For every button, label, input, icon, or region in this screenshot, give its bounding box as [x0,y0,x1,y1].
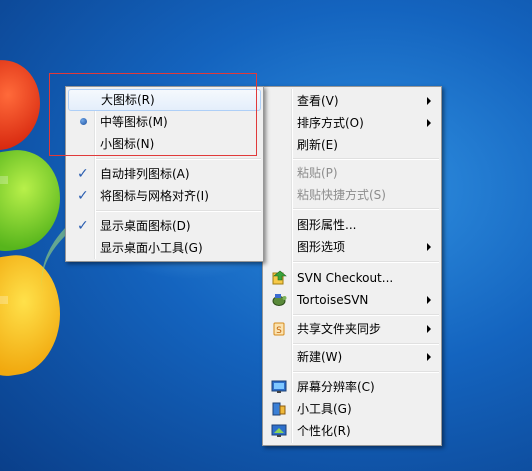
menu-item-paste-shortcut[interactable]: 粘贴快捷方式(S) [265,184,439,206]
display-resolution-icon [271,380,287,393]
menu-item-label: 粘贴(P) [297,166,338,180]
menu-separator [293,208,439,210]
sync-folder-icon: S [273,322,285,336]
menu-item-shared-folder-sync[interactable]: S 共享文件夹同步 [265,318,439,340]
menu-item-label: 个性化(R) [297,424,351,438]
menu-item-svn-checkout[interactable]: SVN Checkout... [265,267,439,289]
menu-item-sort-by[interactable]: 排序方式(O) [265,112,439,134]
submenu-item-auto-arrange[interactable]: ✓ 自动排列图标(A) [68,163,261,185]
menu-item-label: 屏幕分辨率(C) [297,380,375,394]
menu-item-personalize[interactable]: 个性化(R) [265,420,439,442]
menu-item-label: 图形选项 [297,240,346,254]
svg-text:S: S [276,326,282,336]
menu-item-graphics-properties[interactable]: 图形属性... [265,214,439,236]
menu-item-tortoisesvn[interactable]: TortoiseSVN [265,289,439,311]
menu-item-label: 显示桌面图标(D) [100,219,191,233]
menu-item-graphics-options[interactable]: 图形选项 [265,236,439,258]
menu-separator [293,343,439,345]
menu-item-screen-resolution[interactable]: 屏幕分辨率(C) [265,376,439,398]
submenu-item-show-desktop-icons[interactable]: ✓ 显示桌面图标(D) [68,215,261,237]
menu-item-label: 小工具(G) [297,402,352,416]
submenu-item-align-to-grid[interactable]: ✓ 将图标与网格对齐(I) [68,185,261,207]
menu-item-label: 刷新(E) [297,138,338,152]
gadgets-icon [272,402,286,416]
menu-item-label: 显示桌面小工具(G) [100,241,203,255]
submenu-arrow-icon [427,296,431,304]
checkmark-icon: ✓ [77,218,89,234]
menu-separator [293,371,439,373]
windows-logo-red [0,54,40,156]
desktop-context-menu: 查看(V) 排序方式(O) 刷新(E) 粘贴(P) 粘贴快捷方式(S) 图形属性… [262,86,442,446]
submenu-arrow-icon [427,243,431,251]
windows-logo-green [0,143,60,257]
menu-item-label: 查看(V) [297,94,339,108]
menu-separator [293,261,439,263]
submenu-arrow-icon [427,325,431,333]
desktop-icon-edge[interactable] [0,296,8,304]
submenu-item-show-gadgets[interactable]: 显示桌面小工具(G) [68,237,261,259]
menu-separator [293,158,439,160]
menu-item-label: SVN Checkout... [297,271,394,285]
menu-item-label: 图形属性... [297,218,357,232]
submenu-arrow-icon [427,119,431,127]
menu-item-paste[interactable]: 粘贴(P) [265,162,439,184]
submenu-arrow-icon [427,353,431,361]
annotation-highlight-box [49,73,257,156]
menu-separator [96,158,261,160]
menu-separator [96,210,261,212]
menu-item-label: 将图标与网格对齐(I) [100,189,209,203]
tortoisesvn-icon [272,294,287,306]
menu-item-label: 共享文件夹同步 [297,322,382,336]
menu-item-label: 自动排列图标(A) [100,167,190,181]
menu-item-new[interactable]: 新建(W) [265,346,439,368]
menu-item-label: 排序方式(O) [297,116,364,130]
svn-checkout-icon [272,270,287,285]
checkmark-icon: ✓ [77,166,89,182]
menu-item-gadgets[interactable]: 小工具(G) [265,398,439,420]
menu-separator [293,314,439,316]
desktop-icon-edge[interactable] [0,176,8,184]
submenu-arrow-icon [427,97,431,105]
personalize-icon [271,424,287,437]
menu-item-view[interactable]: 查看(V) [265,90,439,112]
menu-item-refresh[interactable]: 刷新(E) [265,134,439,156]
menu-item-label: 粘贴快捷方式(S) [297,188,386,202]
checkmark-icon: ✓ [77,188,89,204]
menu-item-label: TortoiseSVN [297,293,369,307]
menu-item-label: 新建(W) [297,350,343,364]
